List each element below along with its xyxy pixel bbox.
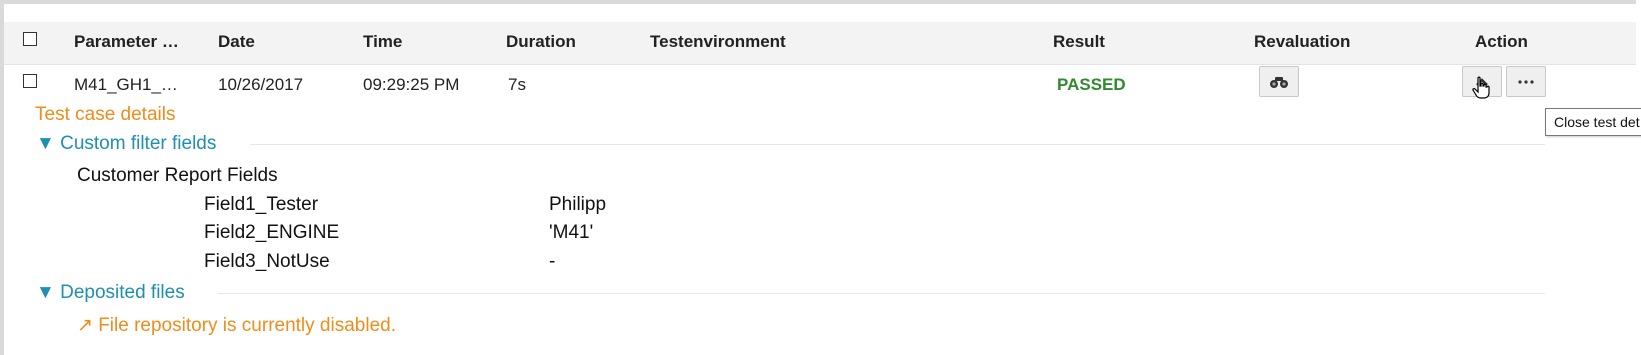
more-actions-button[interactable]: [1506, 66, 1546, 97]
arrow-northeast-icon: ↗: [77, 315, 93, 336]
header-date[interactable]: Date: [218, 32, 255, 52]
section-divider: [250, 144, 1545, 145]
test-case-details-title: Test case details: [35, 104, 176, 125]
hand-cursor-icon: [1472, 76, 1490, 99]
deposited-files-toggle[interactable]: ▼ Deposited files: [36, 282, 185, 304]
tooltip: Close test det: [1545, 108, 1641, 136]
triangle-down-icon: ▼: [36, 133, 55, 154]
header-testenvironment[interactable]: Testenvironment: [650, 32, 786, 52]
row-checkbox[interactable]: [23, 74, 37, 88]
header-revaluation: Revaluation: [1254, 32, 1351, 51]
customer-report-fields-label: Customer Report Fields: [77, 165, 278, 186]
field-name: Field1_Tester: [204, 194, 319, 215]
select-all-checkbox[interactable]: [23, 32, 37, 46]
cell-parameter: M41_GH1_…: [74, 75, 178, 94]
section-divider: [218, 293, 1545, 294]
triangle-down-icon: ▼: [36, 282, 55, 303]
more-icon: [1518, 79, 1534, 84]
cell-duration: 7s: [508, 75, 526, 94]
cell-time: 09:29:25 PM: [363, 75, 460, 94]
deposited-files-heading: Deposited files: [60, 282, 185, 303]
binoculars-icon: [1270, 76, 1288, 88]
revaluation-button[interactable]: [1259, 66, 1299, 97]
result-status-badge: PASSED: [1057, 75, 1126, 94]
field-value: -: [549, 251, 556, 272]
custom-filter-heading: Custom filter fields: [60, 133, 217, 154]
table-header: Parameter … Date Time Duration Testenvir…: [4, 22, 1636, 65]
header-time[interactable]: Time: [363, 32, 402, 52]
field-name: Field3_NotUse: [204, 251, 330, 272]
file-repository-message[interactable]: ↗ File repository is currently disabled.: [77, 314, 396, 337]
field-name: Field2_ENGINE: [204, 222, 340, 243]
field-value: Philipp: [549, 194, 607, 215]
header-parameter[interactable]: Parameter …: [74, 32, 179, 52]
custom-filter-toggle[interactable]: ▼ Custom filter fields: [36, 133, 216, 155]
file-repository-message-text: File repository is currently disabled.: [98, 315, 396, 336]
header-action: Action: [1475, 32, 1528, 51]
header-result[interactable]: Result: [1053, 32, 1105, 52]
cell-date: 10/26/2017: [218, 75, 304, 94]
field-value: 'M41': [549, 222, 594, 243]
header-duration[interactable]: Duration: [506, 32, 576, 52]
